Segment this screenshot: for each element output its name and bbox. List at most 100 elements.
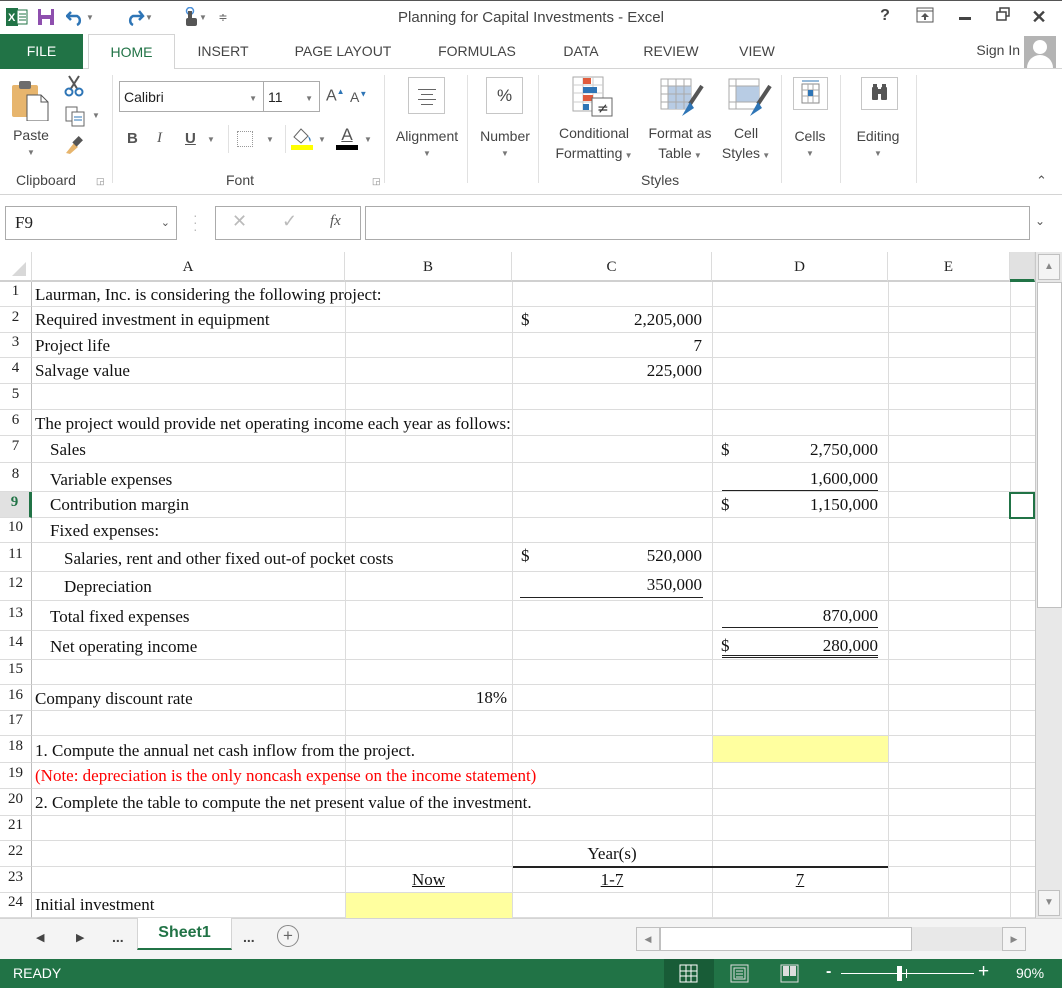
cell-a24[interactable]: Initial investment [35, 894, 154, 916]
column-header-b[interactable]: B [345, 252, 512, 282]
cell-c2[interactable]: 2,205,000 [540, 309, 702, 331]
row-header-15[interactable]: 15 [0, 660, 32, 685]
scroll-down-button[interactable]: ▼ [1038, 890, 1060, 916]
page-break-view-button[interactable] [780, 964, 799, 983]
cell-c12[interactable]: 350,000 [540, 574, 702, 596]
cell-c4[interactable]: 225,000 [540, 360, 702, 382]
cell-a13[interactable]: Total fixed expenses [50, 606, 190, 628]
cell-d7[interactable]: 2,750,000 [740, 439, 878, 461]
cell-styles-icon[interactable] [728, 78, 772, 118]
cell-a1[interactable]: Laurman, Inc. is considering the followi… [35, 284, 382, 306]
bold-button[interactable]: B [127, 130, 138, 147]
alignment-icon[interactable] [408, 77, 445, 114]
cell-a16[interactable]: Company discount rate [35, 688, 193, 710]
paste-button[interactable]: Paste [4, 125, 58, 145]
page-layout-view-button[interactable] [730, 964, 749, 983]
row-header-1[interactable]: 1 [0, 282, 32, 307]
close-button[interactable]: ✕ [1024, 7, 1054, 29]
fill-color-dropdown-icon[interactable]: ▼ [318, 135, 326, 144]
number-format-icon[interactable]: % [486, 77, 523, 114]
add-sheet-button[interactable]: + [277, 925, 299, 947]
format-as-table-icon[interactable] [660, 78, 704, 118]
font-dialog-launcher[interactable]: ◲ [372, 176, 381, 187]
normal-view-button[interactable] [664, 959, 714, 988]
decrease-font-size-button[interactable]: A▼ [350, 89, 367, 105]
borders-dropdown-icon[interactable]: ▼ [266, 135, 274, 144]
scroll-right-button[interactable]: ▶ [1002, 927, 1026, 951]
number-button[interactable]: Number [472, 126, 538, 146]
scroll-sheets-left-icon[interactable]: ◀ [36, 931, 44, 944]
zoom-out-button[interactable]: - [826, 963, 831, 981]
cell-d14[interactable]: 280,000 [740, 635, 878, 657]
formula-bar-splitter[interactable]: · · · [193, 208, 198, 236]
row-header-20[interactable]: 20 [0, 789, 32, 816]
tab-home[interactable]: HOME [88, 34, 175, 70]
cell-a18[interactable]: 1. Compute the annual net cash inflow fr… [35, 740, 415, 762]
column-header-e[interactable]: E [888, 252, 1010, 282]
cut-icon[interactable] [64, 75, 84, 97]
cell-d9[interactable]: 1,150,000 [740, 494, 878, 516]
tab-page-layout[interactable]: PAGE LAYOUT [284, 34, 402, 69]
format-painter-icon[interactable] [64, 133, 86, 155]
cell-b23[interactable]: Now [345, 869, 512, 891]
cell-c11[interactable]: 520,000 [540, 545, 702, 567]
sign-in-link[interactable]: Sign In [976, 42, 1020, 58]
row-header-6[interactable]: 6 [0, 410, 32, 436]
cell-a11[interactable]: Salaries, rent and other fixed out-of po… [64, 548, 394, 570]
cell-b16[interactable]: 18% [350, 687, 507, 709]
zoom-in-button[interactable]: + [978, 961, 989, 983]
zoom-slider-thumb[interactable] [897, 966, 902, 981]
cell-a3[interactable]: Project life [35, 335, 110, 357]
row-header-16[interactable]: 16 [0, 685, 32, 711]
column-header-a[interactable]: A [32, 252, 345, 282]
font-size-box[interactable]: 11 ▼ [263, 81, 320, 112]
cell-a9[interactable]: Contribution margin [50, 494, 189, 516]
ribbon-display-options-button[interactable] [910, 7, 940, 29]
select-all-button[interactable] [0, 252, 32, 282]
row-header-4[interactable]: 4 [0, 358, 32, 384]
cell-a19-note[interactable]: (Note: depreciation is the only noncash … [35, 765, 536, 787]
name-box-dropdown-icon[interactable]: ⌄ [161, 216, 170, 229]
row-header-7[interactable]: 7 [0, 436, 32, 463]
name-box[interactable]: F9 ⌄ [5, 206, 177, 240]
tab-review[interactable]: REVIEW [632, 34, 710, 69]
cancel-icon[interactable]: ✕ [232, 211, 247, 232]
cell-a14[interactable]: Net operating income [50, 636, 197, 658]
fill-color-icon[interactable] [290, 125, 314, 151]
row-header-14[interactable]: 14 [0, 631, 32, 660]
find-binoculars-icon[interactable] [861, 77, 898, 110]
cell-d23[interactable]: 7 [712, 869, 888, 891]
cell-a20[interactable]: 2. Complete the table to compute the net… [35, 792, 532, 814]
column-header-c[interactable]: C [512, 252, 712, 282]
tab-file[interactable]: FILE [0, 34, 83, 69]
insert-function-icon[interactable]: fx [330, 213, 341, 230]
copy-icon[interactable]: ▼ [64, 105, 102, 127]
row-header-3[interactable]: 3 [0, 333, 32, 358]
input-cell-d18[interactable] [713, 736, 888, 762]
cell-c3[interactable]: 7 [540, 335, 703, 357]
cell-a8[interactable]: Variable expenses [50, 469, 172, 491]
conditional-formatting-button[interactable]: Conditional Formatting ▼ [548, 123, 640, 166]
editing-button[interactable]: Editing [846, 126, 910, 146]
clipboard-dialog-launcher[interactable]: ◲ [96, 176, 105, 187]
alignment-button[interactable]: Alignment [388, 126, 466, 146]
italic-button[interactable]: I [157, 130, 162, 147]
avatar[interactable] [1024, 36, 1056, 68]
cell-c23[interactable]: 1-7 [512, 869, 712, 891]
cells-icon[interactable] [793, 77, 828, 110]
row-header-10[interactable]: 10 [0, 518, 32, 543]
cells-button[interactable]: Cells [786, 126, 834, 146]
row-header-12[interactable]: 12 [0, 572, 32, 601]
paste-dropdown-icon[interactable]: ▼ [4, 143, 58, 163]
more-sheets-left[interactable]: ... [112, 929, 124, 945]
cell-a12[interactable]: Depreciation [64, 576, 152, 598]
row-header-24[interactable]: 24 [0, 893, 32, 918]
cell-c22[interactable]: Year(s) [512, 843, 712, 865]
worksheet-grid[interactable]: A B C D E 1 2 3 4 5 6 7 8 9 10 11 12 13 14 15 16 17 18 19 2… [0, 252, 1035, 918]
vertical-scrollbar[interactable]: ▲ ▼ [1035, 252, 1062, 918]
conditional-formatting-icon[interactable]: ≠ [572, 76, 614, 118]
tab-formulas[interactable]: FORMULAS [426, 34, 528, 69]
tab-insert[interactable]: INSERT [184, 34, 262, 69]
vertical-scroll-thumb[interactable] [1037, 282, 1062, 608]
help-button[interactable]: ? [870, 7, 900, 29]
